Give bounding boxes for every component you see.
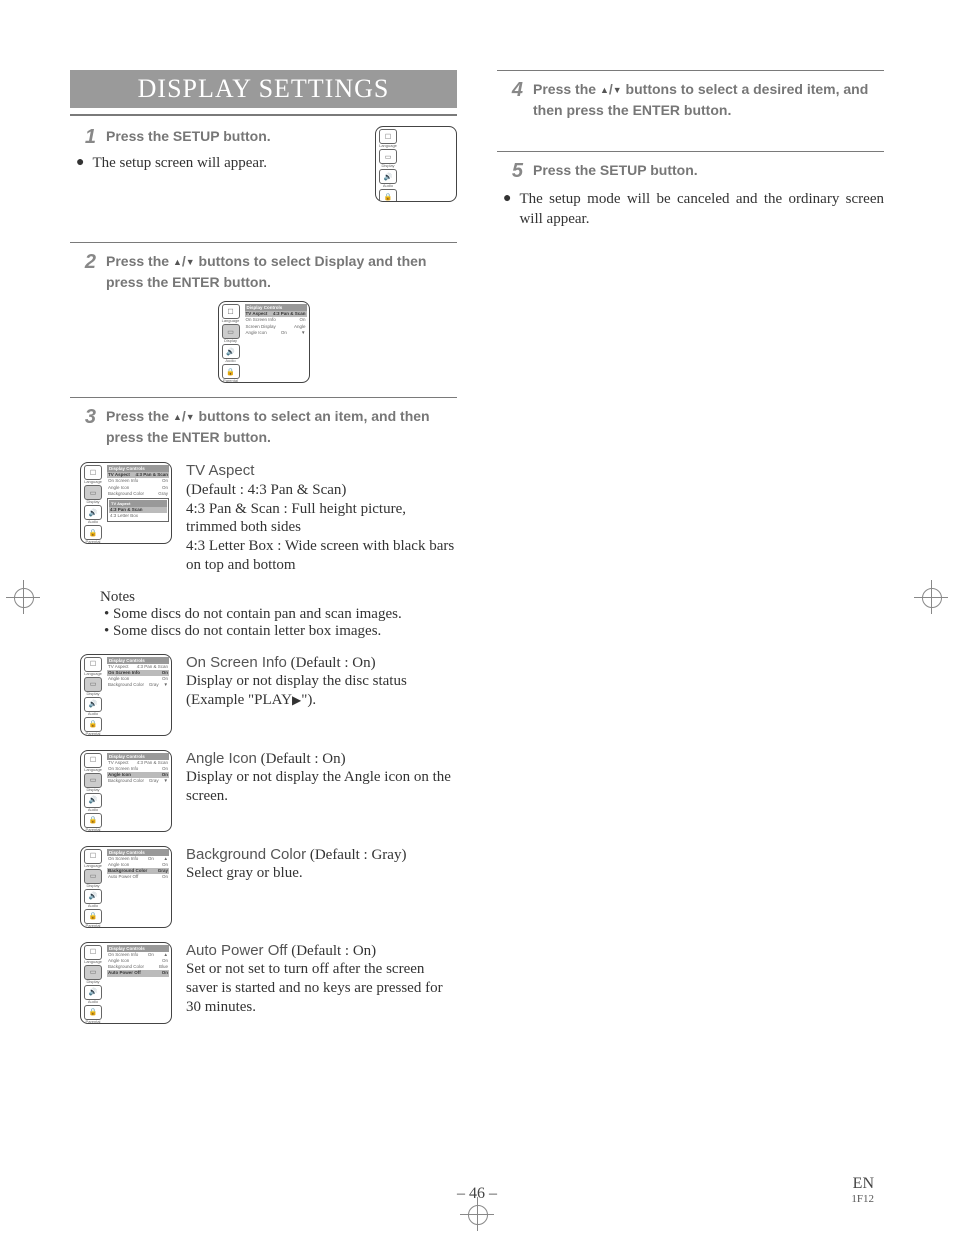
- step-body: ●The setup screen will appear.: [70, 153, 355, 173]
- divider: [497, 70, 884, 71]
- step-number: 1: [70, 126, 96, 149]
- step-3: 3 Press the / buttons to select an item,…: [70, 406, 457, 448]
- page-footer: – 46 –: [0, 1185, 954, 1203]
- up-arrow-icon: [173, 256, 182, 270]
- background-color-block: ☐Language ▭Display 🔊Audio 🔒Parental Disp…: [70, 846, 457, 928]
- step-4: 4 Press the / buttons to select a desire…: [497, 79, 884, 121]
- step-text: Press the SETUP button.: [106, 126, 271, 147]
- step-number: 2: [70, 251, 96, 274]
- item-title: TV Aspect: [186, 462, 254, 479]
- left-column: DISPLAY SETTINGS ☐Language ▭Display 🔊Aud…: [70, 70, 457, 1038]
- right-column: 4 Press the / buttons to select a desire…: [497, 70, 884, 1038]
- angle-icon-block: ☐Language ▭Display 🔊Audio 🔒Parental Disp…: [70, 750, 457, 832]
- item-title: Angle Icon: [186, 750, 257, 767]
- osd-background-color: ☐Language ▭Display 🔊Audio 🔒Parental Disp…: [80, 846, 172, 928]
- item-title: Auto Power Off: [186, 942, 287, 959]
- play-icon: ▶: [292, 693, 301, 707]
- down-arrow-icon: [613, 84, 622, 98]
- osd-display-menu: ☐Language ▭Display 🔊Audio 🔒Parental Disp…: [218, 301, 310, 383]
- divider: [70, 397, 457, 398]
- osd-angle-icon: ☐Language ▭Display 🔊Audio 🔒Parental Disp…: [80, 750, 172, 832]
- item-title: On Screen Info: [186, 654, 287, 671]
- step-text: Press the SETUP button.: [533, 160, 698, 181]
- divider: [70, 114, 457, 116]
- step-text: Press the / buttons to select an item, a…: [106, 406, 457, 448]
- tv-aspect-block: ☐Language ▭Display 🔊Audio 🔒Parental Disp…: [70, 462, 457, 575]
- step-5: 5 Press the SETUP button.: [497, 160, 884, 183]
- notes-block: Notes • Some discs do not contain pan an…: [100, 589, 457, 640]
- up-arrow-icon: [173, 411, 182, 425]
- step-number: 4: [497, 79, 523, 102]
- step-text: Press the / buttons to select a desired …: [533, 79, 884, 121]
- down-arrow-icon: [186, 256, 195, 270]
- divider: [70, 242, 457, 243]
- crop-mark-left: [6, 580, 40, 614]
- auto-power-off-block: ☐Language ▭Display 🔊Audio 🔒Parental Disp…: [70, 942, 457, 1024]
- step-number: 5: [497, 160, 523, 183]
- step-text: Press the / buttons to select Display an…: [106, 251, 457, 293]
- down-arrow-icon: [186, 411, 195, 425]
- crop-mark-right: [914, 580, 948, 614]
- page-number: – 46 –: [457, 1185, 497, 1202]
- divider: [497, 151, 884, 152]
- step-1: ☐Language ▭Display 🔊Audio 🔒Parental Sele…: [70, 126, 457, 202]
- up-arrow-icon: [600, 84, 609, 98]
- section-title: DISPLAY SETTINGS: [70, 70, 457, 108]
- manual-page: DISPLAY SETTINGS ☐Language ▭Display 🔊Aud…: [0, 0, 954, 1235]
- footer-right: EN 1F12: [851, 1175, 874, 1205]
- step-number: 3: [70, 406, 96, 429]
- osd-setup-screen: ☐Language ▭Display 🔊Audio 🔒Parental Sele…: [375, 126, 457, 202]
- item-title: Background Color: [186, 846, 306, 863]
- osd-tv-aspect: ☐Language ▭Display 🔊Audio 🔒Parental Disp…: [80, 462, 172, 544]
- osd-auto-power-off: ☐Language ▭Display 🔊Audio 🔒Parental Disp…: [80, 942, 172, 1024]
- osd-on-screen-info: ☐Language ▭Display 🔊Audio 🔒Parental Disp…: [80, 654, 172, 736]
- on-screen-info-block: ☐Language ▭Display 🔊Audio 🔒Parental Disp…: [70, 654, 457, 736]
- step-2: 2 Press the / buttons to select Display …: [70, 251, 457, 383]
- step-body: ●The setup mode will be canceled and the…: [497, 189, 884, 230]
